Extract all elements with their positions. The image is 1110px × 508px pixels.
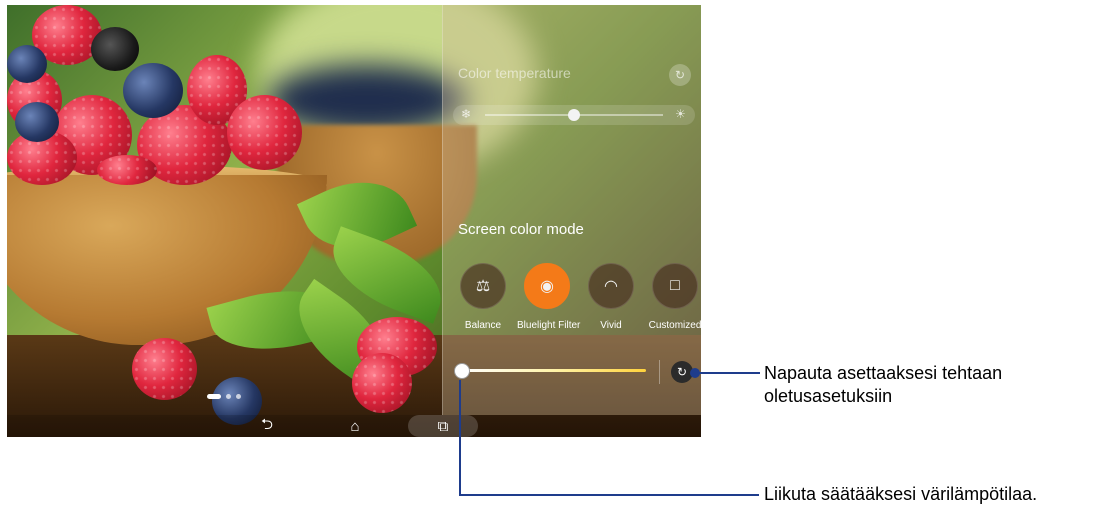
eye-shield-icon: ◉ bbox=[524, 263, 570, 309]
rainbow-icon: ◠ bbox=[588, 263, 634, 309]
mode-label: Balance bbox=[464, 320, 502, 331]
screen-color-panel: Color temperature ↻ ❄ ☀ Screen color mod… bbox=[442, 5, 701, 415]
blueberry bbox=[7, 45, 47, 83]
mode-customized[interactable]: □ Customized bbox=[645, 263, 701, 331]
balance-icon: ⚖ bbox=[460, 263, 506, 309]
sun-icon: ☀ bbox=[675, 107, 686, 121]
color-temperature-thumb[interactable] bbox=[568, 109, 580, 121]
snowflake-icon: ❄ bbox=[461, 107, 472, 121]
mode-balance[interactable]: ⚖ Balance bbox=[453, 263, 513, 331]
raspberry bbox=[97, 155, 157, 185]
raspberry bbox=[132, 338, 197, 400]
blueberry bbox=[123, 63, 183, 118]
tablet-screen: Color temperature ↻ ❄ ☀ Screen color mod… bbox=[7, 5, 701, 437]
screen-color-mode-title: Screen color mode bbox=[458, 221, 584, 238]
callout-reset-text: Napauta asettaaksesi tehtaan oletusasetu… bbox=[764, 363, 1003, 406]
mode-vivid[interactable]: ◠ Vivid bbox=[581, 263, 641, 331]
callout-line bbox=[459, 380, 461, 496]
mode-label: Customized bbox=[648, 320, 701, 331]
raspberry bbox=[227, 95, 302, 170]
blackberry bbox=[91, 27, 139, 71]
customize-icon: □ bbox=[652, 263, 698, 309]
bluelight-level-thumb[interactable] bbox=[454, 363, 470, 379]
page-dot bbox=[236, 393, 241, 399]
bluelight-level-slider[interactable] bbox=[453, 360, 653, 380]
navigation-bar: ⮌ ⌂ ⧉ bbox=[7, 415, 701, 437]
callout-slider-text: Liikuta säätääksesi värilämpötilaa. bbox=[764, 484, 1038, 504]
recent-apps-icon[interactable]: ⧉ bbox=[423, 416, 463, 436]
callout-line bbox=[459, 494, 759, 496]
refresh-icon: ↻ bbox=[676, 365, 688, 379]
color-temperature-reset-button[interactable]: ↻ bbox=[669, 64, 691, 86]
raspberry bbox=[352, 353, 412, 413]
mode-label: Bluelight Filter bbox=[517, 320, 581, 331]
refresh-icon: ↻ bbox=[674, 68, 686, 82]
mode-label: Vivid bbox=[600, 320, 622, 331]
back-icon[interactable]: ⮌ bbox=[247, 416, 287, 436]
color-temperature-title: Color temperature bbox=[458, 65, 571, 81]
divider bbox=[659, 360, 660, 384]
blueberry bbox=[15, 102, 59, 142]
mode-bluelight-filter[interactable]: ◉ Bluelight Filter bbox=[517, 263, 581, 331]
page-dot-active bbox=[207, 393, 221, 399]
color-temperature-slider[interactable]: ❄ ☀ bbox=[453, 105, 695, 125]
page-dot bbox=[226, 393, 231, 399]
bluelight-level-track bbox=[461, 369, 646, 372]
page-indicator bbox=[207, 392, 241, 400]
callout-line bbox=[698, 372, 760, 374]
home-icon[interactable]: ⌂ bbox=[335, 416, 375, 436]
